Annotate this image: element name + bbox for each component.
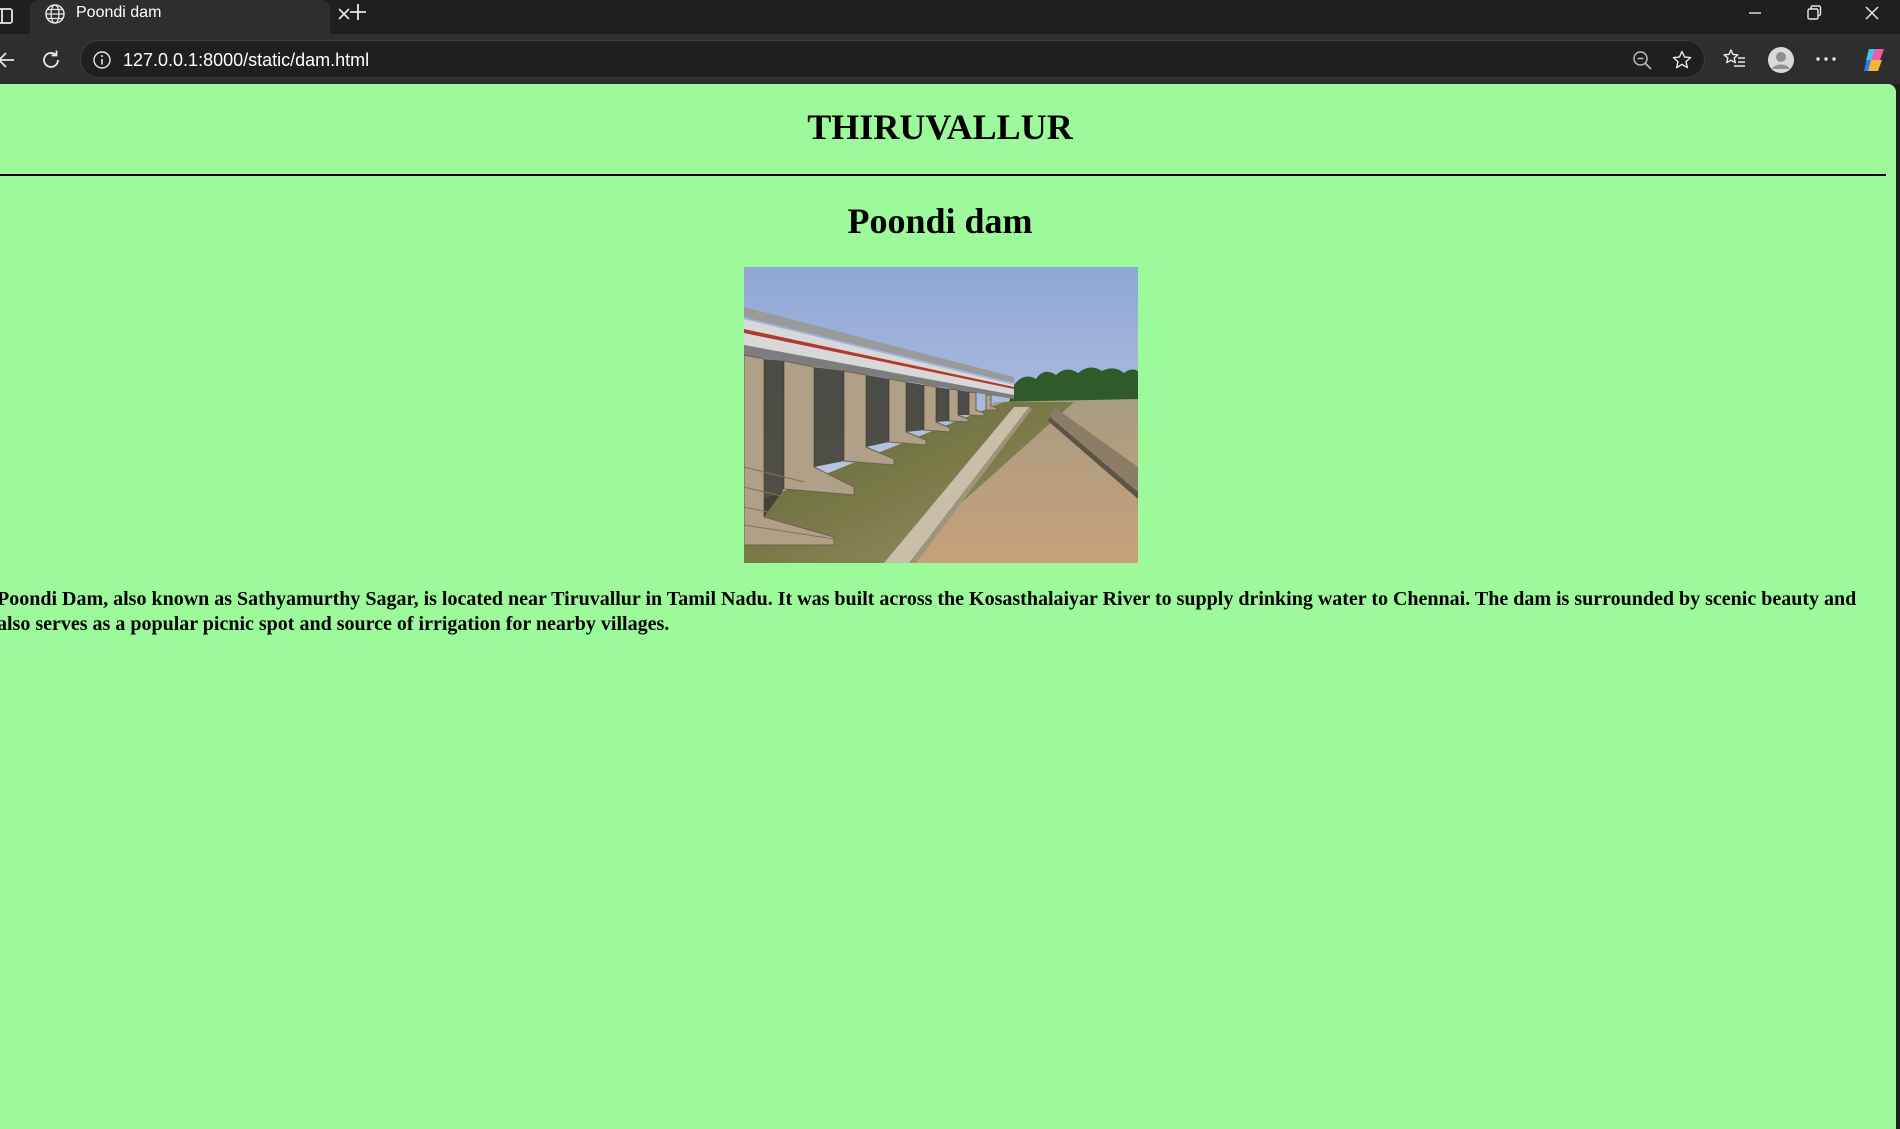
- page-title: Poondi dam: [847, 201, 1033, 241]
- browser-toolbar: 127.0.0.1:8000/static/dam.html: [0, 34, 1900, 84]
- star-icon[interactable]: [1671, 49, 1693, 71]
- tab-title: Poondi dam: [76, 4, 162, 21]
- zoom-out-icon[interactable]: [1631, 49, 1653, 71]
- copilot-icon[interactable]: [1860, 46, 1886, 72]
- url-text[interactable]: 127.0.0.1:8000/static/dam.html: [123, 50, 369, 70]
- profile-icon[interactable]: [1767, 46, 1794, 73]
- horizontal-rule: [0, 174, 1886, 176]
- more-icon[interactable]: [1813, 46, 1839, 72]
- page-viewport: THIRUVALLUR Poondi dam Poondi Dam, also …: [0, 84, 1896, 1129]
- site-heading: THIRUVALLUR: [807, 107, 1073, 147]
- dam-photo: [744, 267, 1138, 563]
- reload-icon[interactable]: [38, 47, 64, 73]
- info-icon[interactable]: [92, 50, 112, 70]
- back-icon[interactable]: [0, 47, 20, 73]
- plus-icon[interactable]: [346, 0, 370, 24]
- close-window-icon[interactable]: [1861, 2, 1883, 24]
- favorites-icon[interactable]: [1722, 46, 1748, 72]
- browser-tab[interactable]: Poondi dam: [30, 0, 350, 34]
- globe-icon: [44, 3, 66, 25]
- tab-strip: Poondi dam: [0, 0, 1900, 34]
- minimize-icon[interactable]: [1744, 2, 1766, 24]
- dam-description: Poondi Dam, also known as Sathyamurthy S…: [0, 588, 1857, 635]
- restore-icon[interactable]: [1803, 2, 1825, 24]
- address-bar[interactable]: 127.0.0.1:8000/static/dam.html: [80, 40, 1705, 78]
- sidebar-toggle-icon[interactable]: [0, 5, 18, 27]
